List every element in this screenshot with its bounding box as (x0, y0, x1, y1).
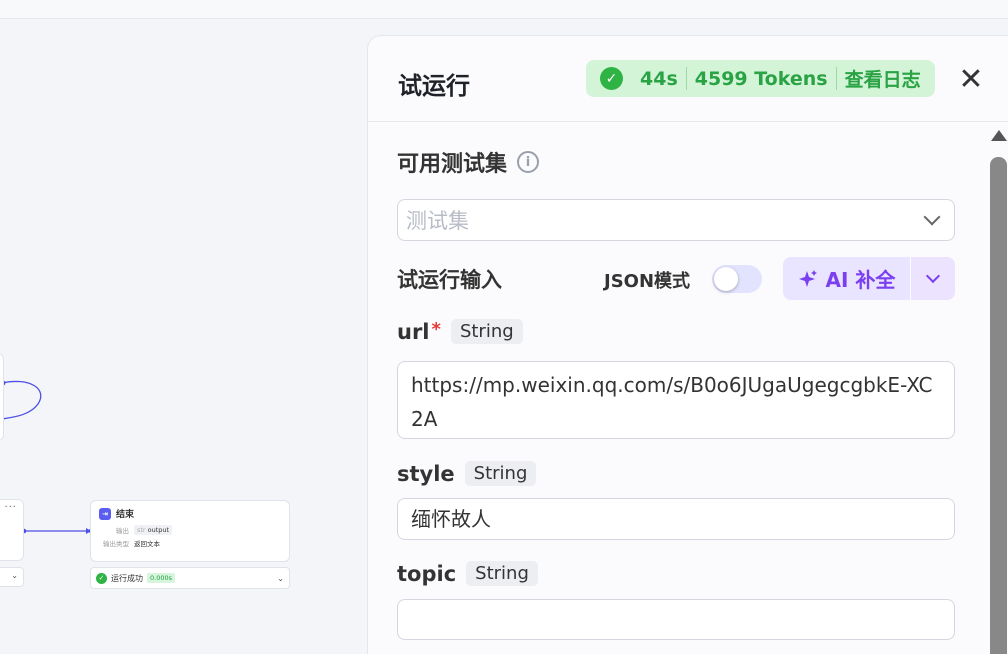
end-node[interactable]: ⇥ 结束 输出 str output 输出类型 返回文本 (90, 500, 290, 562)
status-text: 运行成功 (111, 573, 143, 583)
close-icon[interactable]: ✕ (956, 62, 986, 97)
success-check-icon: ✓ (600, 67, 623, 90)
style-input[interactable]: 缅怀故人 (397, 498, 955, 540)
partial-node-status[interactable]: ⌄ (0, 567, 24, 587)
output-variable-chip: str output (134, 525, 173, 535)
top-toolbar (0, 0, 1008, 19)
chevron-down-icon (925, 268, 941, 284)
output-type-value: 返回文本 (134, 540, 160, 548)
test-set-placeholder: 测试集 (406, 209, 469, 233)
output-type-label: 输出类型 (103, 540, 129, 548)
more-icon[interactable]: ··· (4, 502, 17, 513)
run-result-badge: ✓ 44s 4599 Tokens 查看日志 (586, 60, 935, 97)
topic-input[interactable] (397, 599, 955, 640)
json-mode-label: JSON模式 (604, 271, 691, 292)
chevron-down-icon[interactable]: ⌄ (11, 571, 18, 580)
test-set-title: 可用测试集 i (397, 146, 540, 178)
test-run-panel: 试运行 ✓ 44s 4599 Tokens 查看日志 ✕ 可用测试集 i 测试集… (367, 35, 1008, 654)
url-input[interactable]: https://mp.weixin.qq.com/s/B0o6JUgaUgegc… (397, 361, 955, 439)
end-node-title: 结束 (116, 510, 135, 520)
run-input-title: 试运行输入 (397, 268, 502, 292)
end-node-status[interactable]: ✓ 运行成功 0.000s ⌄ (90, 567, 290, 589)
divider (685, 67, 687, 90)
partial-node[interactable]: ··· (0, 499, 24, 561)
run-time: 44s (640, 67, 678, 90)
type-chip: String (466, 561, 538, 586)
divider (835, 67, 837, 90)
scrollbar[interactable] (990, 130, 1007, 654)
status-time: 0.000s (147, 573, 175, 583)
view-logs-link[interactable]: 查看日志 (845, 65, 921, 92)
loop-edge (1, 380, 42, 420)
sparkle-icon (798, 269, 817, 287)
info-icon[interactable]: i (517, 151, 540, 173)
chevron-down-icon (923, 208, 941, 226)
test-set-select[interactable]: 测试集 (397, 199, 955, 241)
ai-complete-label: AI 补全 (825, 268, 896, 292)
required-mark: * (431, 319, 441, 340)
field-label-url: url * String (397, 319, 523, 344)
panel-body: 可用测试集 i 测试集 试运行输入 JSON模式 AI 补全 url * Str… (368, 122, 1008, 654)
panel-header: 试运行 ✓ 44s 4599 Tokens 查看日志 ✕ (368, 36, 1008, 122)
field-label-style: style String (397, 461, 537, 486)
scroll-up-arrow-icon[interactable] (991, 130, 1007, 141)
scroll-thumb[interactable] (990, 157, 1007, 654)
partial-node[interactable] (0, 353, 4, 441)
ai-complete-button[interactable]: AI 补全 (783, 257, 910, 300)
field-label-topic: topic String (397, 561, 538, 586)
json-mode-toggle[interactable] (712, 265, 762, 293)
toggle-knob (714, 267, 738, 291)
chevron-down-icon[interactable]: ⌄ (277, 574, 284, 583)
workflow-canvas[interactable]: ··· ⌄ ⇥ 结束 输出 str output 输出类型 返回文本 ✓ 运行成功… (0, 19, 366, 654)
run-input-row: 试运行输入 JSON模式 AI 补全 (397, 257, 955, 301)
type-chip: String (450, 319, 523, 344)
token-count: 4599 Tokens (694, 67, 828, 90)
panel-title: 试运行 (398, 72, 470, 100)
success-check-icon: ✓ (96, 572, 107, 584)
type-chip: String (464, 461, 537, 486)
end-icon: ⇥ (99, 507, 111, 520)
output-label: 输出 (116, 527, 129, 535)
ai-complete-dropdown[interactable] (911, 257, 955, 300)
